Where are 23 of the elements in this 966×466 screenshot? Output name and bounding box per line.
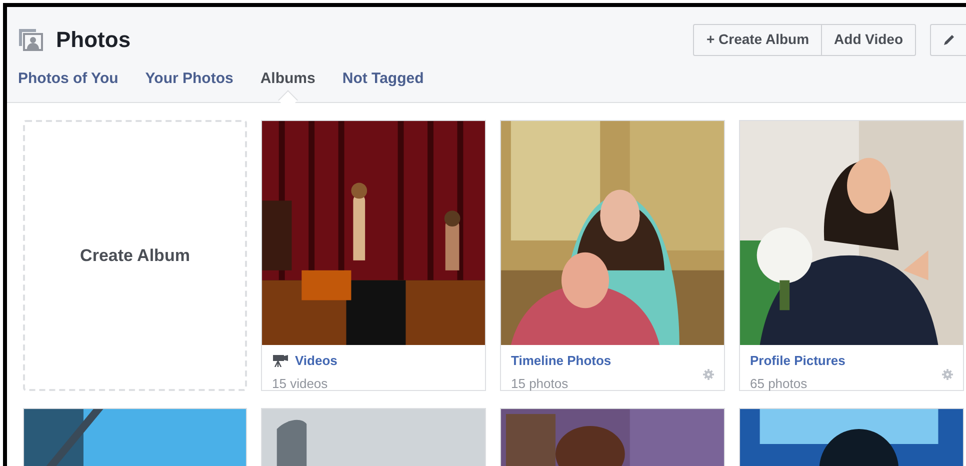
album-count: 15 videos: [272, 374, 328, 392]
album-title[interactable]: Videos: [295, 351, 338, 370]
tab[interactable]: Albums: [260, 70, 316, 88]
photos-icon: [18, 28, 44, 52]
create-album-tile[interactable]: Create Album: [23, 120, 247, 391]
create-album-button[interactable]: + Create Album: [693, 24, 822, 56]
tab[interactable]: Photos of You: [18, 70, 118, 88]
settings-icon[interactable]: [942, 369, 953, 380]
page-title: Photos: [56, 26, 131, 54]
album-title[interactable]: Timeline Photos: [511, 351, 612, 370]
tab[interactable]: Your Photos: [145, 70, 234, 88]
pencil-icon: [943, 34, 955, 46]
album-card[interactable]: Profile Pictures 65 photos: [739, 120, 964, 391]
album-card[interactable]: Timeline Photos 15 photos: [500, 120, 725, 391]
album-card[interactable]: Videos 15 videos: [261, 120, 486, 391]
album-title[interactable]: Profile Pictures: [750, 351, 846, 370]
add-video-button[interactable]: Add Video: [822, 24, 916, 56]
tab[interactable]: Not Tagged: [342, 70, 424, 88]
edit-button[interactable]: [930, 24, 966, 56]
album-count: 65 photos: [750, 374, 808, 393]
video-camera-icon: [272, 354, 289, 368]
album-count: 15 photos: [511, 374, 568, 393]
settings-icon[interactable]: [703, 369, 714, 380]
